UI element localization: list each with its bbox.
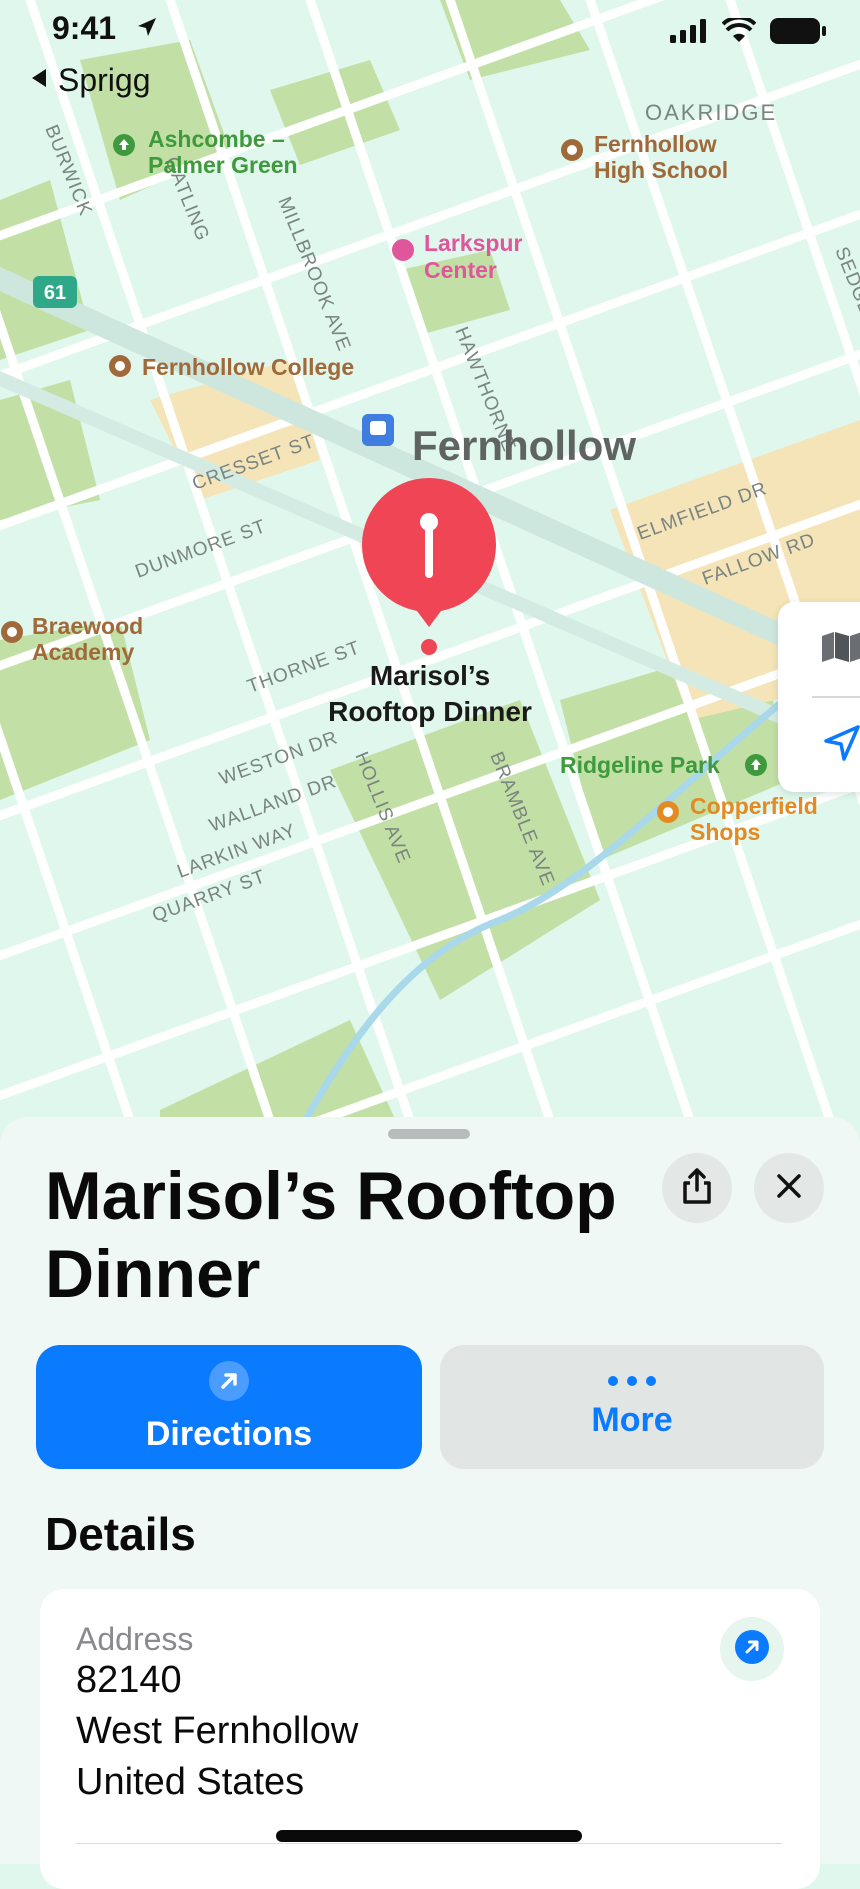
svg-text:Shops: Shops: [690, 819, 760, 845]
address-line-1: 82140: [76, 1659, 182, 1701]
place-title: Marisol’s Rooftop Dinner: [45, 1158, 617, 1312]
wifi-icon: [721, 15, 757, 49]
svg-text:61: 61: [44, 282, 66, 304]
map-mode-button[interactable]: [778, 602, 860, 696]
ellipsis-icon: [606, 1374, 658, 1393]
home-indicator[interactable]: [276, 1830, 582, 1842]
directions-button[interactable]: Directions: [36, 1345, 422, 1469]
svg-text:Fernhollow College: Fernhollow College: [142, 354, 354, 380]
back-triangle-icon: [30, 67, 48, 94]
address-line-2: West Fernhollow: [76, 1710, 359, 1752]
map-view[interactable]: 61 BURWICK GATLING MILLBROOK AVE HAWTHOR…: [0, 0, 860, 1130]
svg-text:Academy: Academy: [32, 639, 134, 665]
district-label-fernhollow: Fernhollow: [412, 422, 636, 469]
poi-fernhollow-college[interactable]: Fernhollow College: [109, 354, 354, 380]
status-bar: 9:41: [0, 0, 860, 60]
share-icon: [680, 1167, 714, 1210]
location-arrow-icon: [822, 723, 860, 768]
district-label-oakridge: OAKRIDGE: [645, 100, 777, 125]
directions-arrow-icon: [734, 1629, 770, 1670]
directions-label: Directions: [145, 1415, 313, 1453]
transit-icon[interactable]: [362, 414, 394, 446]
card-divider: [76, 1843, 782, 1844]
map-controls: [738, 130, 860, 792]
map-icon: [820, 630, 860, 669]
location-services-icon: [136, 16, 158, 43]
close-icon: [775, 1172, 803, 1205]
svg-text:Rooftop Dinner: Rooftop Dinner: [328, 696, 532, 727]
more-label: More: [591, 1401, 673, 1439]
sheet-grabber[interactable]: [388, 1129, 470, 1139]
svg-text:Fernhollow: Fernhollow: [594, 131, 717, 157]
address-line-3: United States: [76, 1761, 305, 1803]
svg-text:Center: Center: [424, 257, 497, 283]
route-61-shield: 61: [33, 276, 77, 308]
place-sheet: Marisol’s Rooftop Dinner Directions More…: [0, 1117, 860, 1889]
battery-icon: [770, 18, 826, 49]
status-time: 9:41: [52, 10, 117, 46]
directions-icon: [208, 1360, 250, 1407]
back-to-app-button[interactable]: Sprigg: [30, 62, 151, 99]
back-to-app-label: Sprigg: [58, 62, 151, 98]
more-button[interactable]: More: [440, 1345, 824, 1469]
address-card[interactable]: Address 82140 West Fernhollow United Sta…: [40, 1589, 820, 1889]
address-directions-button[interactable]: [720, 1617, 784, 1681]
close-button[interactable]: [754, 1153, 824, 1223]
svg-text:Ridgeline Park: Ridgeline Park: [560, 752, 720, 778]
svg-text:Marisol’s: Marisol’s: [370, 660, 490, 691]
track-location-button[interactable]: [778, 698, 860, 792]
address-label: Address: [76, 1621, 194, 1657]
svg-text:Larkspur: Larkspur: [424, 230, 522, 256]
details-heading: Details: [45, 1508, 196, 1560]
svg-text:Braewood: Braewood: [32, 613, 143, 639]
svg-text:High School: High School: [594, 157, 728, 183]
svg-text:Copperfield: Copperfield: [690, 793, 818, 819]
svg-text:Palmer Green: Palmer Green: [148, 152, 298, 178]
cellular-signal-icon: [670, 19, 708, 48]
share-button[interactable]: [662, 1153, 732, 1223]
svg-text:Ashcombe –: Ashcombe –: [148, 126, 285, 152]
